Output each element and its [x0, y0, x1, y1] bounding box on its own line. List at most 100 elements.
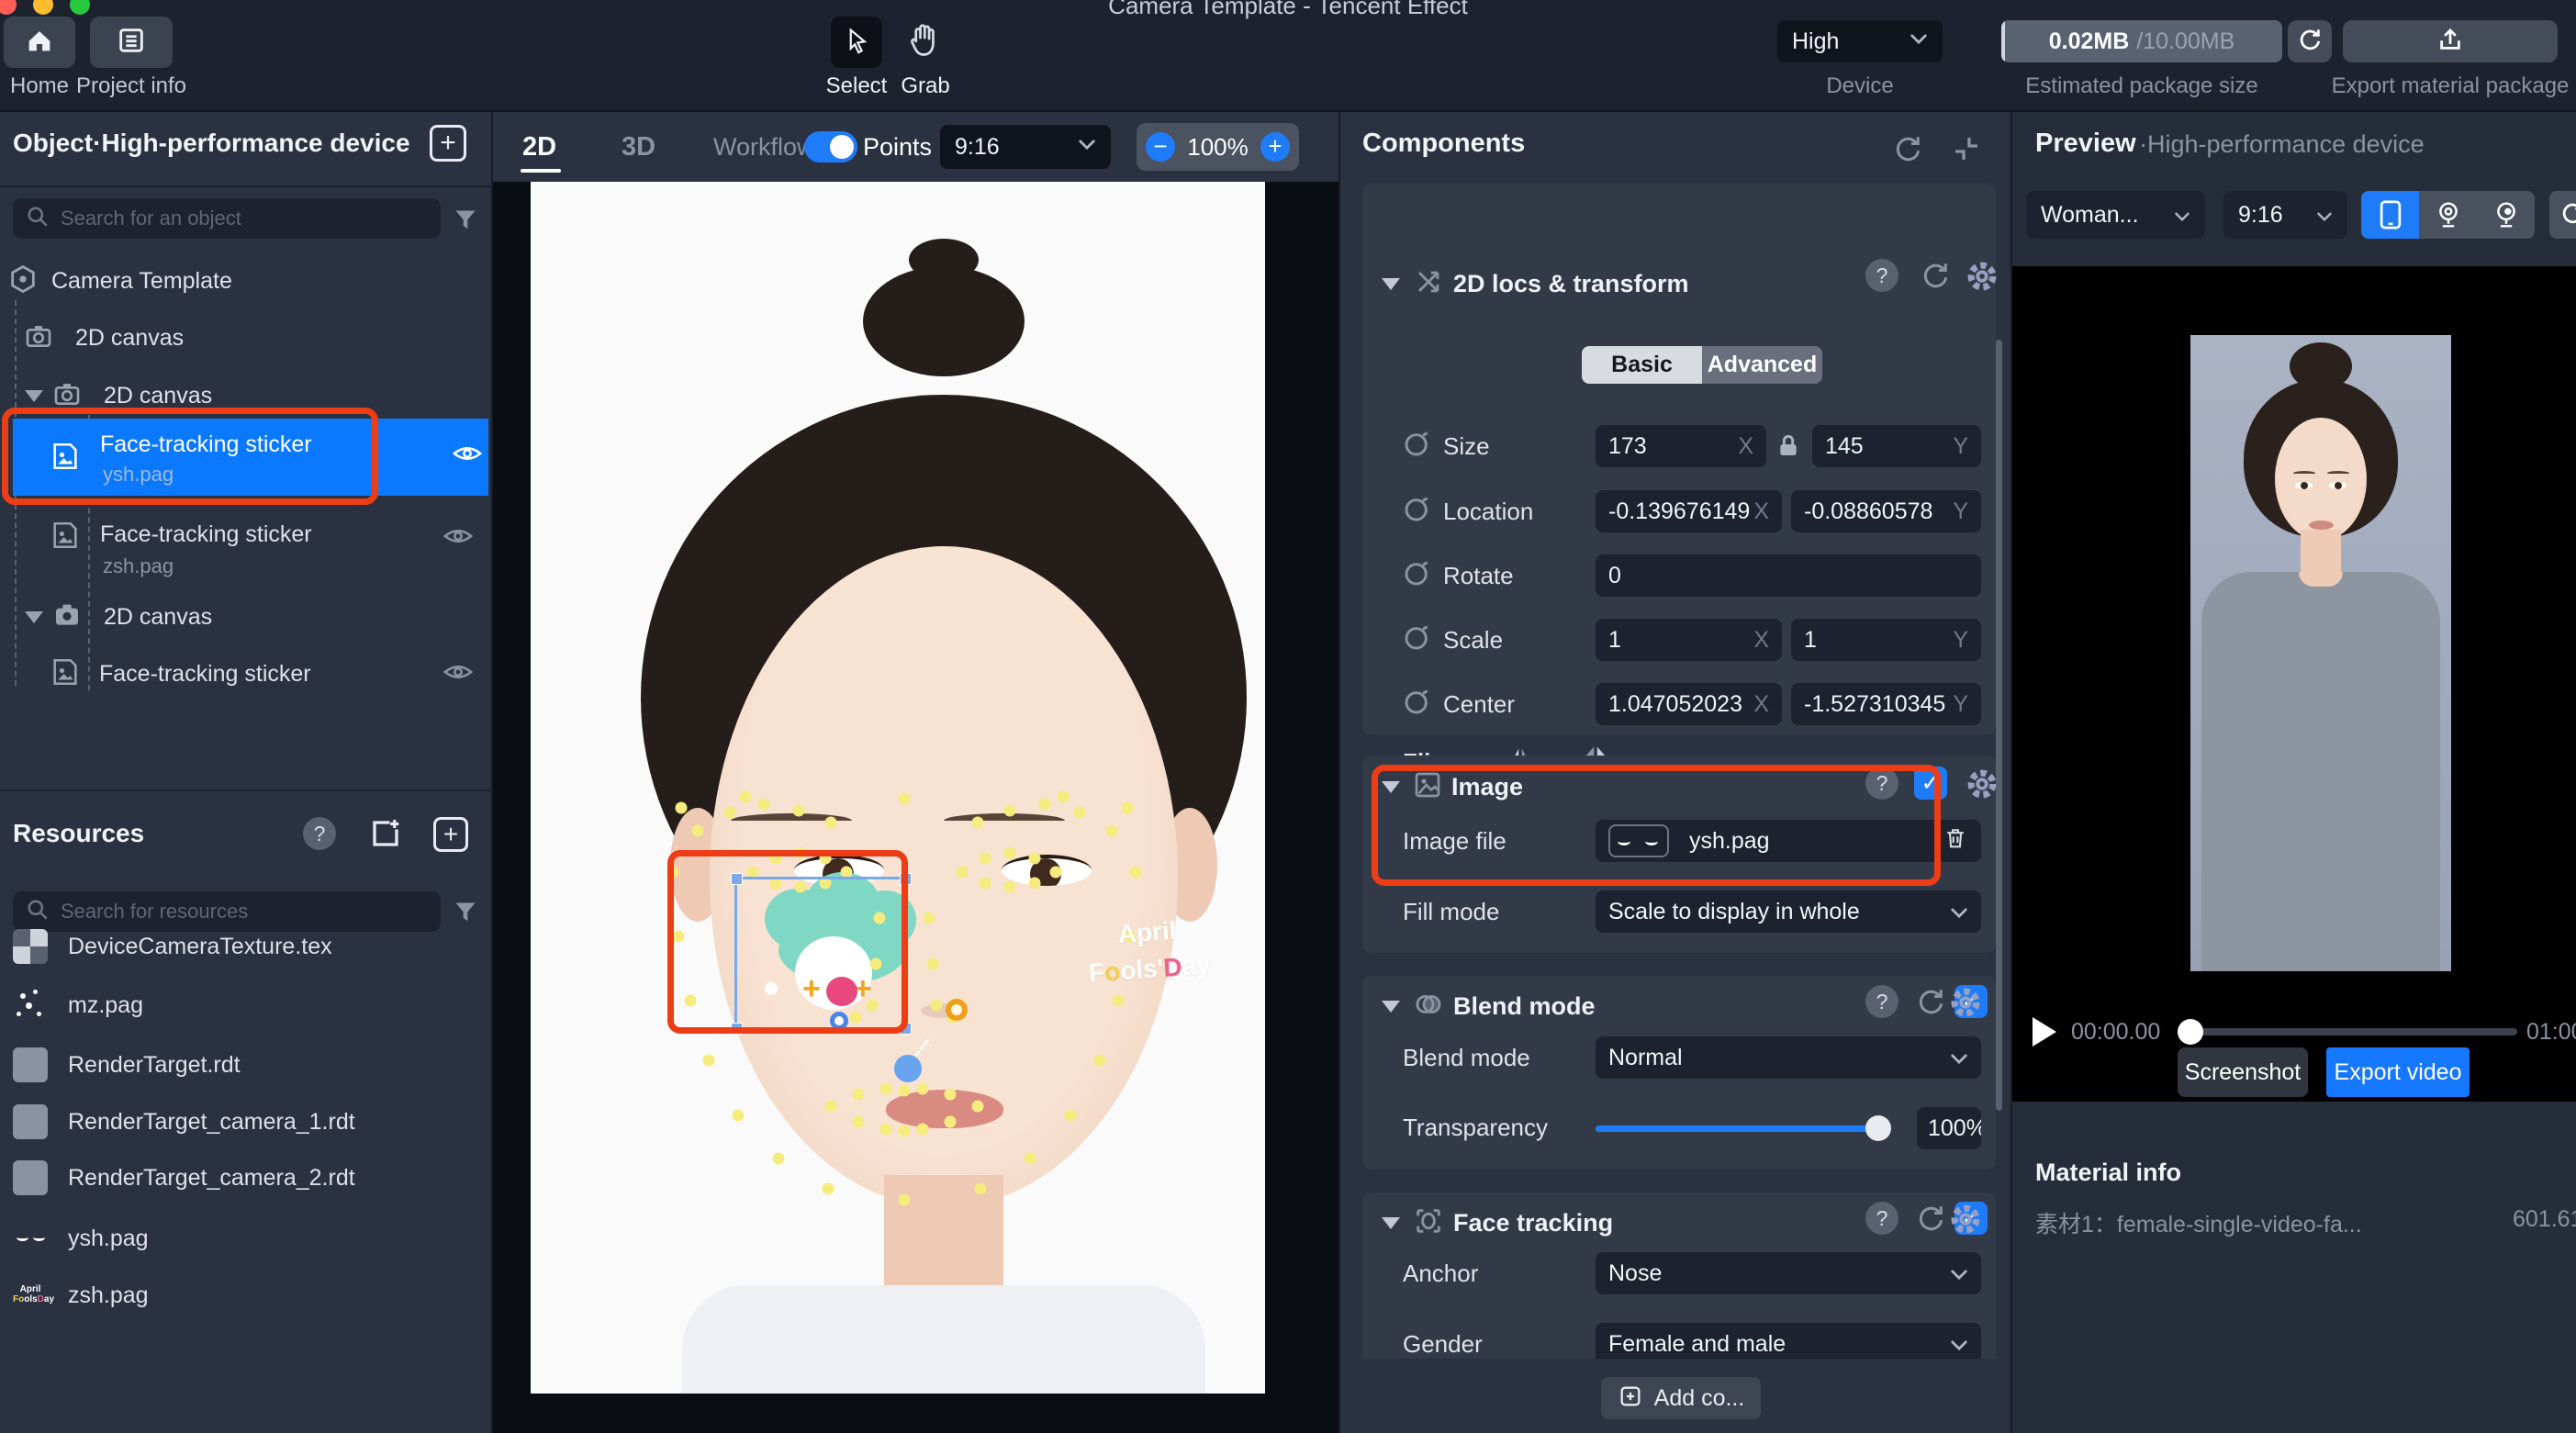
trash-icon[interactable] — [1943, 825, 1968, 857]
object-search-input[interactable] — [61, 207, 428, 230]
resources-help-icon[interactable]: ? — [303, 817, 336, 850]
tree-item-face-tracking-sticker-ysh[interactable]: Face-tracking sticker ysh.pag — [13, 419, 488, 496]
image-enabled-checkbox[interactable]: ✓ — [1914, 767, 1947, 800]
size-x-input[interactable]: 173X — [1596, 425, 1766, 467]
components-scrollbar[interactable] — [1996, 340, 2002, 1111]
project-info-button[interactable] — [90, 17, 173, 68]
resource-filter-icon[interactable] — [453, 900, 478, 930]
resource-search-input[interactable] — [61, 900, 428, 924]
ratio-select[interactable]: 9:16 — [940, 125, 1111, 169]
zoom-in-button[interactable]: + — [1260, 132, 1290, 162]
resource-item[interactable]: RenderTarget_camera_1.rdt — [13, 1104, 355, 1139]
resource-item[interactable]: ysh.pag — [13, 1221, 149, 1256]
image-file-input[interactable]: ysh.pag — [1596, 820, 1981, 862]
tree-item-2d-canvas-1[interactable]: 2D canvas — [24, 319, 184, 356]
rotate-input[interactable]: 0 — [1596, 554, 1981, 597]
center-y-input[interactable]: -1.527310345Y — [1791, 683, 1981, 725]
resource-item[interactable]: RenderTarget_camera_2.rdt — [13, 1160, 355, 1195]
keyframe-icon[interactable] — [1403, 687, 1432, 722]
image-gear-icon[interactable] — [1965, 767, 1999, 806]
model-select[interactable]: Woman... — [2026, 191, 2205, 239]
components-refresh-icon[interactable] — [1891, 132, 1924, 170]
resource-item[interactable]: DeviceCameraTexture.tex — [13, 929, 332, 964]
expand-arrow-icon[interactable] — [25, 390, 43, 402]
transform-section-header[interactable]: 2D locs & transform — [1382, 266, 1689, 302]
center-x-input[interactable]: 1.047052023X — [1596, 683, 1782, 725]
tab-3d[interactable]: 3D — [622, 112, 655, 182]
image-section-header[interactable]: Image — [1382, 770, 1523, 804]
tree-item-camera-template[interactable]: Camera Template — [7, 263, 232, 299]
phone-source-button[interactable] — [2361, 191, 2419, 239]
keyframe-icon[interactable] — [1403, 622, 1432, 658]
select-tool-button[interactable] — [831, 17, 882, 68]
canvas-stage[interactable]: + + April Fools'Day — [531, 182, 1265, 1394]
canvas-viewport[interactable]: + + April Fools'Day — [491, 182, 1338, 1433]
keyframe-icon[interactable] — [1403, 558, 1432, 594]
tab-advanced[interactable]: Advanced — [1702, 346, 1822, 384]
scale-x-input[interactable]: 1X — [1596, 619, 1782, 661]
face-help-icon[interactable]: ? — [1865, 1202, 1898, 1235]
visibility-eye-icon[interactable] — [442, 525, 474, 552]
lock-icon[interactable] — [1774, 431, 1803, 465]
sticker-selection-box[interactable] — [734, 877, 908, 1031]
selection-handle[interactable] — [731, 1023, 743, 1035]
home-button[interactable] — [4, 17, 75, 68]
tab-basic[interactable]: Basic — [1582, 346, 1702, 384]
size-y-input[interactable]: 145Y — [1812, 425, 1981, 467]
visibility-eye-icon[interactable] — [452, 442, 483, 469]
tree-item-face-tracking-sticker-3[interactable]: Face-tracking sticker — [50, 655, 311, 692]
transparency-slider[interactable] — [1596, 1125, 1889, 1132]
collapse-arrow-icon[interactable] — [1382, 781, 1400, 793]
preview-refresh-button[interactable] — [2549, 191, 2576, 239]
import-resource-icon[interactable] — [369, 817, 402, 855]
transform-refresh-icon[interactable] — [1919, 259, 1952, 297]
object-filter-icon[interactable] — [453, 207, 478, 238]
blend-gear-icon2[interactable] — [1948, 985, 1983, 1024]
tree-item-2d-canvas-3[interactable]: 2D canvas — [25, 599, 212, 635]
timeline-knob[interactable] — [2178, 1019, 2203, 1045]
visibility-eye-icon[interactable] — [442, 661, 474, 688]
resource-item[interactable]: RenderTarget.rdt — [13, 1047, 241, 1082]
transparency-slider-knob[interactable] — [1865, 1115, 1891, 1141]
export-video-button[interactable]: Export video — [2326, 1047, 2470, 1097]
export-package-button[interactable] — [2343, 20, 2558, 62]
add-component-button[interactable]: Add co... — [1601, 1377, 1761, 1419]
play-button[interactable] — [2033, 1017, 2056, 1047]
webcam-source-button[interactable] — [2419, 191, 2477, 239]
face-gear-icon[interactable] — [1948, 1202, 1983, 1241]
blend-help-icon[interactable]: ? — [1865, 985, 1898, 1018]
face-refresh-icon[interactable] — [1914, 1202, 1947, 1239]
timeline-slider[interactable] — [2178, 1028, 2517, 1036]
transparency-value[interactable]: 100% — [1917, 1107, 1981, 1149]
scale-y-input[interactable]: 1Y — [1791, 619, 1981, 661]
face-tracking-header[interactable]: Face tracking — [1382, 1205, 1613, 1241]
resource-item[interactable]: mz.pag — [13, 988, 143, 1023]
keyframe-icon[interactable] — [1403, 429, 1432, 465]
add-resource-button[interactable]: + — [433, 817, 468, 852]
zoom-out-button[interactable]: − — [1146, 132, 1175, 162]
selection-handle[interactable] — [731, 873, 743, 885]
blend-refresh-icon[interactable] — [1914, 985, 1947, 1023]
expand-arrow-icon[interactable] — [25, 611, 43, 623]
resource-item[interactable]: AprilFoolsDay zsh.pag — [13, 1278, 149, 1313]
selection-handle[interactable] — [900, 1023, 912, 1035]
blend-mode-select[interactable]: Normal — [1596, 1036, 1981, 1079]
blend-section-header[interactable]: Blend mode — [1382, 989, 1596, 1024]
collapse-arrow-icon[interactable] — [1382, 1217, 1400, 1229]
components-collapse-icon[interactable] — [1950, 132, 1983, 170]
screenshot-button[interactable]: Screenshot — [2178, 1047, 2308, 1097]
collapse-arrow-icon[interactable] — [1382, 1001, 1400, 1013]
transform-help-icon[interactable]: ? — [1865, 259, 1898, 292]
refresh-package-button[interactable] — [2288, 20, 2332, 62]
fill-mode-select[interactable]: Scale to display in whole — [1596, 890, 1981, 933]
selection-handle[interactable] — [900, 873, 912, 885]
collapse-arrow-icon[interactable] — [1382, 278, 1400, 290]
object-search[interactable] — [13, 198, 441, 239]
tree-item-2d-canvas-2[interactable]: 2D canvas — [25, 377, 212, 414]
device-quality-select[interactable]: High — [1777, 20, 1943, 62]
location-y-input[interactable]: -0.08860578Y — [1791, 490, 1981, 532]
add-object-button[interactable]: + — [430, 125, 466, 162]
transform-gear-icon[interactable] — [1965, 259, 1999, 298]
grab-tool-button[interactable] — [903, 18, 944, 65]
keyframe-icon[interactable] — [1403, 494, 1432, 530]
